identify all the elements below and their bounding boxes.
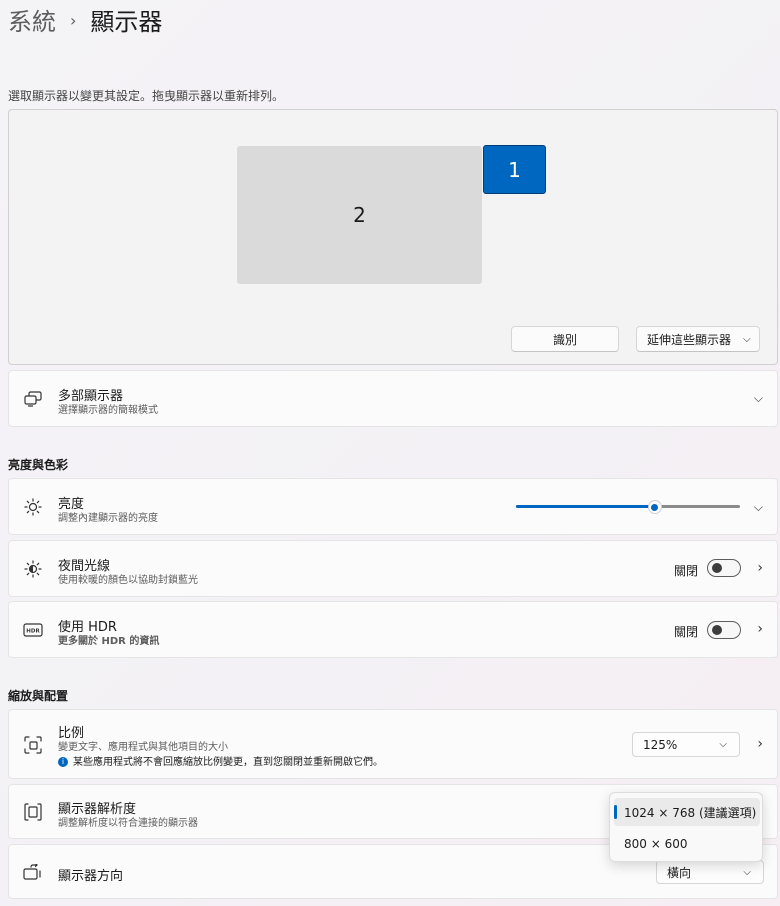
scale-note: i 某些應用程式將不會回應縮放比例變更，直到您關閉並重新開啟它們。: [58, 753, 383, 768]
breadcrumb-parent[interactable]: 系統: [8, 2, 56, 37]
multiple-displays-icon: [23, 389, 43, 409]
night-light-icon: [23, 559, 43, 579]
chevron-down-icon: ⌵: [743, 333, 751, 345]
hdr-toggle[interactable]: [707, 621, 741, 639]
scale-subtitle: 變更文字、應用程式與其他項目的大小: [58, 742, 228, 753]
resolution-dropdown-list: 1024 × 768 (建議選項) 800 × 600: [609, 792, 763, 862]
chevron-right-icon: ›: [70, 11, 77, 30]
multiple-displays-subtitle: 選擇顯示器的簡報模式: [58, 405, 158, 416]
monitor-1-label: 1: [508, 157, 521, 182]
chevron-right-icon: ›: [757, 621, 763, 637]
chevron-right-icon: ›: [757, 736, 763, 752]
orientation-dropdown[interactable]: 橫向 ⌵: [656, 860, 764, 884]
orientation-icon: [23, 862, 43, 882]
page-title: 顯示器: [90, 8, 163, 36]
section-title-brightness-color: 亮度與色彩: [8, 458, 69, 472]
scale-value: 125%: [643, 737, 678, 752]
orientation-value: 橫向: [667, 865, 692, 880]
sun-icon: [23, 497, 43, 517]
identify-button[interactable]: 識別: [511, 326, 619, 352]
identify-button-label: 識別: [552, 332, 577, 347]
hdr-card[interactable]: HDR 使用 HDR 更多關於 HDR 的資訊 ›: [8, 601, 778, 658]
monitor-2-label: 2: [353, 203, 366, 227]
info-icon: i: [58, 757, 68, 767]
scale-note-text: 某些應用程式將不會回應縮放比例變更，直到您關閉並重新開啟它們。: [73, 757, 383, 768]
night-light-state: 關閉: [674, 564, 699, 578]
multiple-displays-card[interactable]: 多部顯示器 選擇顯示器的簡報模式 ⌵: [8, 370, 778, 427]
monitor-2[interactable]: 2: [237, 146, 482, 284]
chevron-down-icon: ⌵: [753, 391, 763, 405]
extend-displays-dropdown[interactable]: 延伸這些顯示器 ⌵: [636, 326, 760, 352]
resolution-option-800[interactable]: 800 × 600: [614, 830, 760, 858]
chevron-down-icon[interactable]: ⌵: [754, 500, 763, 515]
orientation-title: 顯示器方向: [58, 869, 124, 884]
night-light-subtitle: 使用較暖的顏色以協助封鎖藍光: [58, 575, 198, 586]
hdr-icon: HDR: [23, 620, 43, 640]
breadcrumb: 系統 › 顯示器: [8, 2, 162, 37]
scale-dropdown[interactable]: 125% ⌵: [632, 732, 740, 757]
scale-icon: [23, 735, 43, 755]
monitor-1[interactable]: 1: [483, 145, 546, 194]
night-light-card[interactable]: 夜間光線 使用較暖的顏色以協助封鎖藍光 ›: [8, 540, 778, 597]
extend-displays-label: 延伸這些顯示器: [647, 332, 732, 347]
hdr-info-link[interactable]: 更多關於 HDR 的資訊: [58, 632, 159, 647]
chevron-right-icon: ›: [757, 560, 763, 576]
resolution-option-1024[interactable]: 1024 × 768 (建議選項): [614, 798, 760, 826]
brightness-subtitle: 調整內建顯示器的亮度: [58, 513, 158, 524]
brightness-slider-thumb[interactable]: [647, 500, 662, 514]
hdr-state: 關閉: [674, 625, 699, 639]
svg-text:HDR: HDR: [26, 629, 40, 635]
resolution-subtitle: 調整解析度以符合連接的顯示器: [58, 818, 198, 829]
night-light-toggle[interactable]: [707, 559, 741, 577]
resolution-icon: [23, 802, 43, 822]
chevron-down-icon: ⌵: [719, 739, 727, 750]
arrange-hint: 選取顯示器以變更其設定。拖曳顯示器以重新排列。: [8, 89, 285, 103]
brightness-slider-fill: [516, 505, 655, 508]
section-title-scale-layout: 縮放與配置: [8, 689, 69, 703]
chevron-down-icon: ⌵: [743, 866, 751, 878]
